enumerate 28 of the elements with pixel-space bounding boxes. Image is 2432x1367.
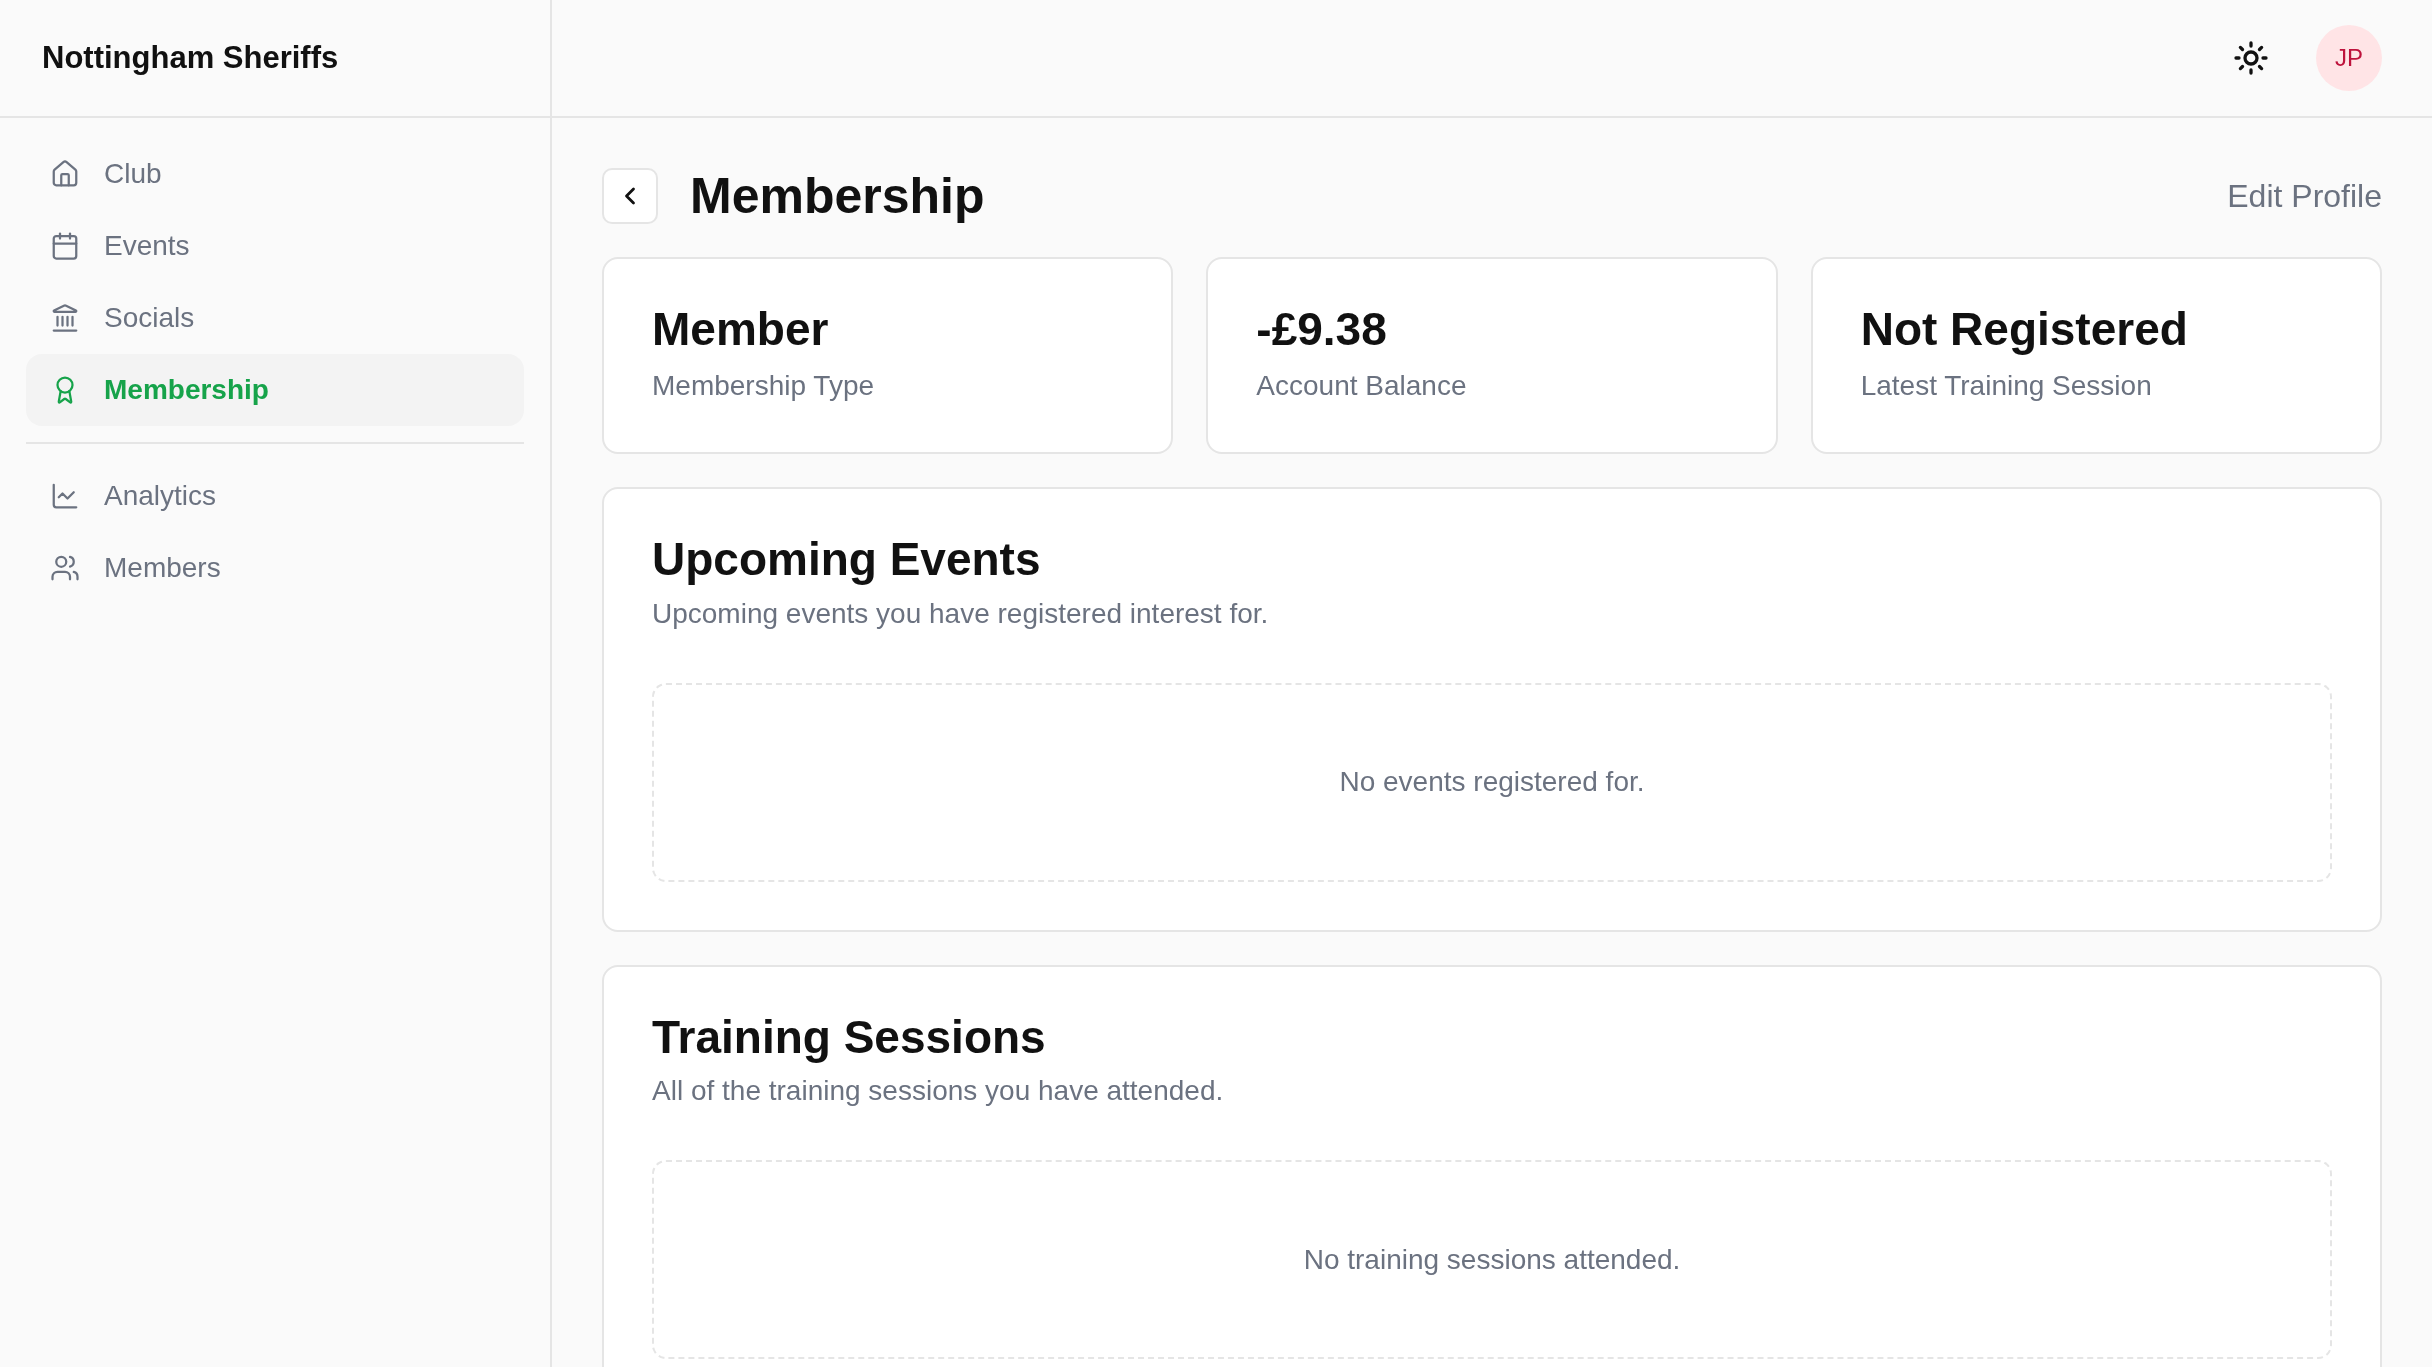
section-title: Upcoming Events (652, 532, 1042, 587)
empty-state-message: No events registered for. (1339, 765, 1645, 799)
stat-value: Not Registered (1860, 302, 2189, 357)
page-title: Membership (690, 166, 985, 226)
line-chart-icon (50, 481, 80, 511)
house-icon (50, 159, 80, 189)
section-subtitle: Upcoming events you have registered interest for. (652, 596, 1270, 631)
nav-item[interactable]: Analytics (26, 460, 524, 532)
stat-value: Member (652, 302, 830, 357)
stat-label: Account Balance (1256, 368, 1468, 403)
calendar-icon (50, 231, 80, 261)
nav-item[interactable]: Socials (26, 282, 524, 354)
stat-value: -£9.38 (1256, 302, 1388, 357)
brand-name: Nottingham Sheriffs (42, 38, 339, 77)
nav-item[interactable]: Members (26, 532, 524, 604)
section-title: Training Sessions (652, 1009, 1047, 1065)
users-icon (50, 553, 80, 583)
stat-label: Latest Training Session (1860, 368, 2153, 403)
nav-item[interactable]: Club (26, 138, 524, 210)
stat-label: Membership Type (652, 368, 876, 403)
nav-item[interactable]: Membership (26, 354, 524, 426)
section-subtitle: All of the training sessions you have attended. (652, 1074, 1225, 1108)
empty-state-message: No training sessions attended. (1303, 1242, 1681, 1277)
columns-icon (50, 303, 80, 333)
sun-icon (2233, 40, 2269, 76)
edit-profile-link[interactable]: Edit Profile (2227, 172, 2382, 220)
user-avatar[interactable]: JP (2316, 25, 2382, 91)
nav-item[interactable]: Events (26, 210, 524, 282)
